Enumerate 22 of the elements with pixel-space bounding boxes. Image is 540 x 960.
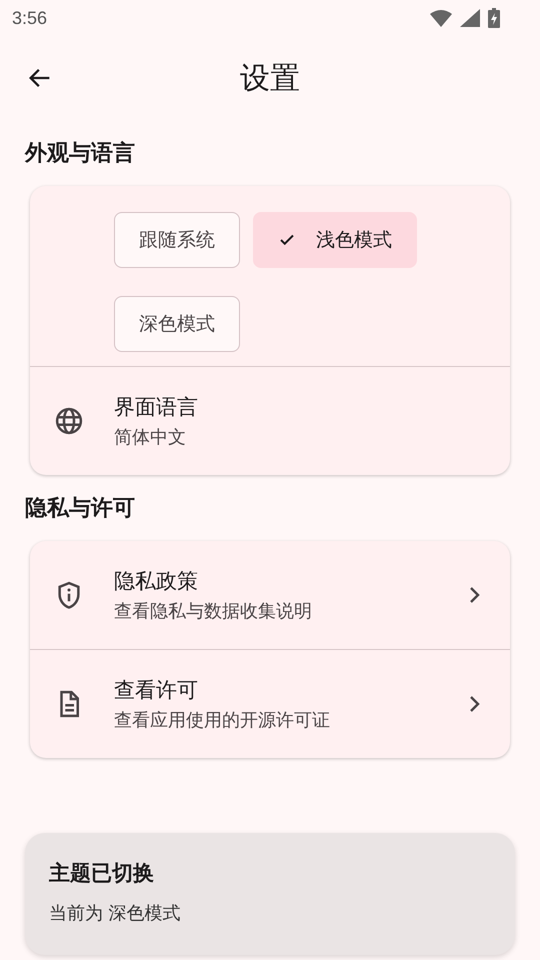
theme-chip[interactable]: 深色模式	[114, 296, 240, 352]
page-title: 设置	[240, 60, 300, 98]
status-time: 3:56	[12, 8, 48, 28]
section-header: 外观与语言	[25, 140, 136, 168]
theme-chip[interactable]: 跟随系统	[114, 212, 240, 268]
row-title: 界面语言	[114, 394, 199, 421]
row-title: 隐私政策	[114, 568, 199, 595]
row-subtitle: 查看应用使用的开源许可证	[114, 709, 331, 732]
battery-icon	[488, 8, 500, 28]
row-subtitle: 查看隐私与数据收集说明	[114, 600, 313, 623]
settings-row[interactable]: 查看许可 查看应用使用的开源许可证	[30, 650, 510, 758]
globe-icon	[54, 406, 84, 436]
snackbar-title: 主题已切换	[49, 860, 155, 887]
signal-icon	[460, 9, 480, 27]
section-header: 隐私与许可	[25, 495, 136, 523]
theme-chip[interactable]: 浅色模式	[253, 212, 417, 268]
settings-row[interactable]: 界面语言 简体中文	[30, 367, 510, 475]
settings-row[interactable]: 隐私政策 查看隐私与数据收集说明	[30, 541, 510, 649]
wifi-icon	[430, 9, 452, 27]
row-title: 查看许可	[114, 677, 199, 704]
snackbar-message: 当前为 深色模式	[49, 902, 182, 925]
row-subtitle: 简体中文	[114, 426, 187, 449]
